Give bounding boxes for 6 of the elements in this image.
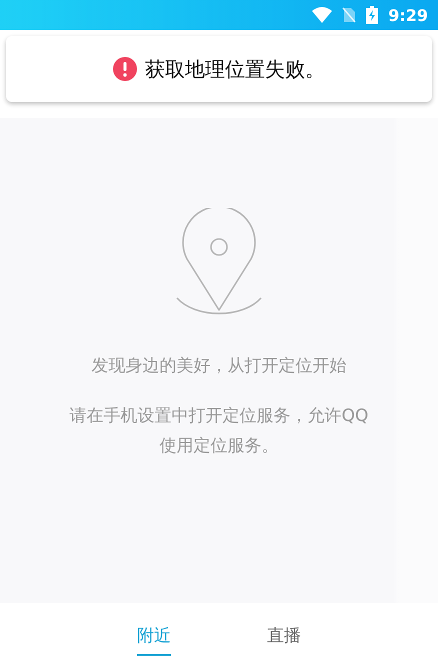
tab[interactable]: 附近 — [137, 603, 171, 656]
clock-time: 9:29 — [388, 6, 428, 24]
empty-state-hint: 请在手机设置中打开定位服务，允许QQ使用定位服务。 — [68, 405, 370, 458]
tab[interactable]: 直播 — [267, 603, 301, 656]
empty-state-headline: 发现身边的美好，从打开定位开始 — [92, 355, 346, 377]
toast-message: 获取地理位置失败。 — [145, 56, 325, 82]
